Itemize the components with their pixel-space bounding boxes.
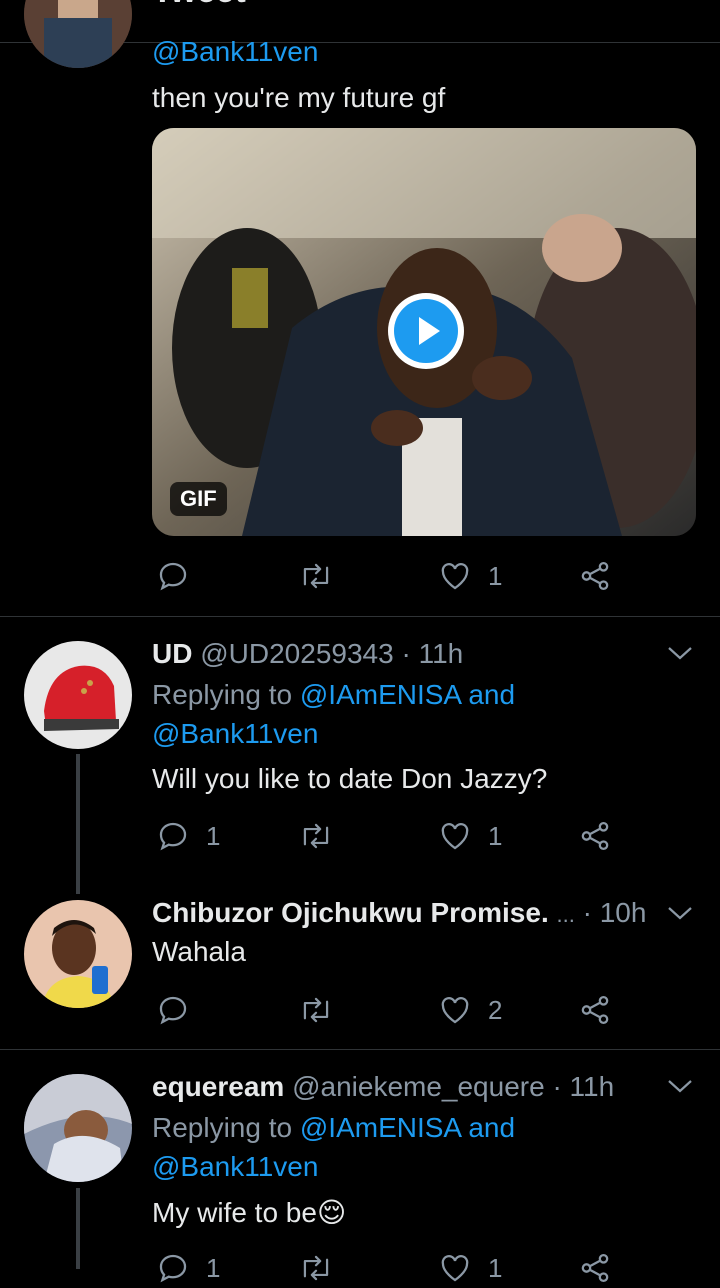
reply-icon [159, 562, 187, 591]
retweet-button[interactable] [298, 990, 334, 1030]
share-icon [581, 821, 609, 851]
heart-icon [441, 563, 469, 590]
reply-count: 1 [206, 1252, 221, 1283]
reply-button[interactable] [156, 556, 190, 596]
avatar[interactable] [24, 1074, 132, 1182]
timestamp: · 11h [552, 1071, 615, 1102]
tweet-actions: 1 [152, 556, 632, 596]
page-title: Tweet [152, 0, 246, 11]
reply-button[interactable]: 1 [156, 1248, 220, 1288]
play-icon [419, 317, 440, 345]
replying-to: Replying to @IAmENISA and [152, 1112, 516, 1143]
replying-to-handle[interactable]: @Bank11ven [152, 36, 318, 68]
avatar[interactable] [24, 641, 132, 749]
tweet-text: then you're my future gf [152, 82, 446, 113]
like-button[interactable]: 2 [438, 990, 502, 1030]
username[interactable]: @UD20259343 [200, 638, 393, 669]
reply-header[interactable]: UD @UD20259343 · 11h [152, 638, 463, 670]
gif-media[interactable]: GIF [152, 128, 696, 536]
retweet-icon [303, 997, 329, 1023]
reply-header[interactable]: Chibuzor Ojichukwu Promise. ... · 10h [152, 897, 646, 929]
share-icon [581, 561, 609, 591]
like-button[interactable]: 1 [438, 816, 502, 856]
tweet-actions: 2 [152, 990, 632, 1030]
reply-header[interactable]: equeream @aniekeme_equere · 11h [152, 1071, 614, 1103]
retweet-button[interactable] [298, 1248, 334, 1288]
tweet-text: My wife to be😌 [152, 1197, 347, 1228]
reply-button[interactable] [156, 990, 190, 1030]
share-button[interactable] [578, 556, 612, 596]
play-button[interactable] [388, 293, 464, 369]
display-name[interactable]: equeream [152, 1071, 284, 1102]
tweet-actions: 1 1 [152, 1248, 632, 1288]
share-button[interactable] [578, 1248, 612, 1288]
replying-to: Replying to @IAmENISA and [152, 679, 516, 710]
thread-connector [76, 1188, 80, 1269]
retweet-icon [303, 563, 329, 589]
tweet-text: Will you like to date Don Jazzy? [152, 763, 548, 794]
heart-icon [441, 1255, 469, 1282]
like-count: 1 [488, 1252, 503, 1283]
avatar[interactable] [24, 0, 132, 68]
chevron-down-icon[interactable] [666, 644, 694, 662]
like-count: 2 [488, 994, 503, 1025]
chevron-down-icon[interactable] [666, 904, 694, 922]
avatar[interactable] [24, 900, 132, 1008]
divider [0, 1049, 720, 1050]
mention-link[interactable]: @Bank11ven [152, 718, 318, 750]
mention-link[interactable]: @Bank11ven [152, 1151, 318, 1183]
reply-icon [159, 1254, 187, 1283]
mention-link[interactable]: @IAmENISA and [300, 679, 515, 710]
retweet-button[interactable] [298, 556, 334, 596]
gif-badge: GIF [170, 482, 227, 516]
display-name[interactable]: Chibuzor Ojichukwu Promise. [152, 897, 549, 928]
tweet-text: Wahala [152, 936, 246, 967]
reply-icon [159, 822, 187, 851]
divider [0, 616, 720, 617]
heart-icon [441, 997, 469, 1024]
username[interactable]: @aniekeme_equere [292, 1071, 545, 1102]
reply-icon [159, 996, 187, 1025]
reply-button[interactable]: 1 [156, 816, 220, 856]
share-button[interactable] [578, 990, 612, 1030]
share-button[interactable] [578, 816, 612, 856]
thread-connector [76, 754, 80, 894]
chevron-down-icon[interactable] [666, 1077, 694, 1095]
like-count: 1 [488, 820, 503, 851]
display-name[interactable]: UD [152, 638, 192, 669]
like-button[interactable]: 1 [438, 556, 502, 596]
reply-count: 1 [206, 820, 221, 851]
like-button[interactable]: 1 [438, 1248, 502, 1288]
timestamp: · 11h [401, 638, 464, 669]
retweet-button[interactable] [298, 816, 334, 856]
mention-link[interactable]: @IAmENISA and [300, 1112, 515, 1143]
like-count: 1 [488, 560, 503, 591]
tweet-actions: 1 1 [152, 816, 632, 856]
timestamp: · 10h [582, 897, 647, 928]
username[interactable]: ... [557, 902, 575, 927]
share-icon [581, 995, 609, 1025]
share-icon [581, 1253, 609, 1283]
retweet-icon [303, 823, 329, 849]
heart-icon [441, 823, 469, 850]
retweet-icon [303, 1255, 329, 1281]
